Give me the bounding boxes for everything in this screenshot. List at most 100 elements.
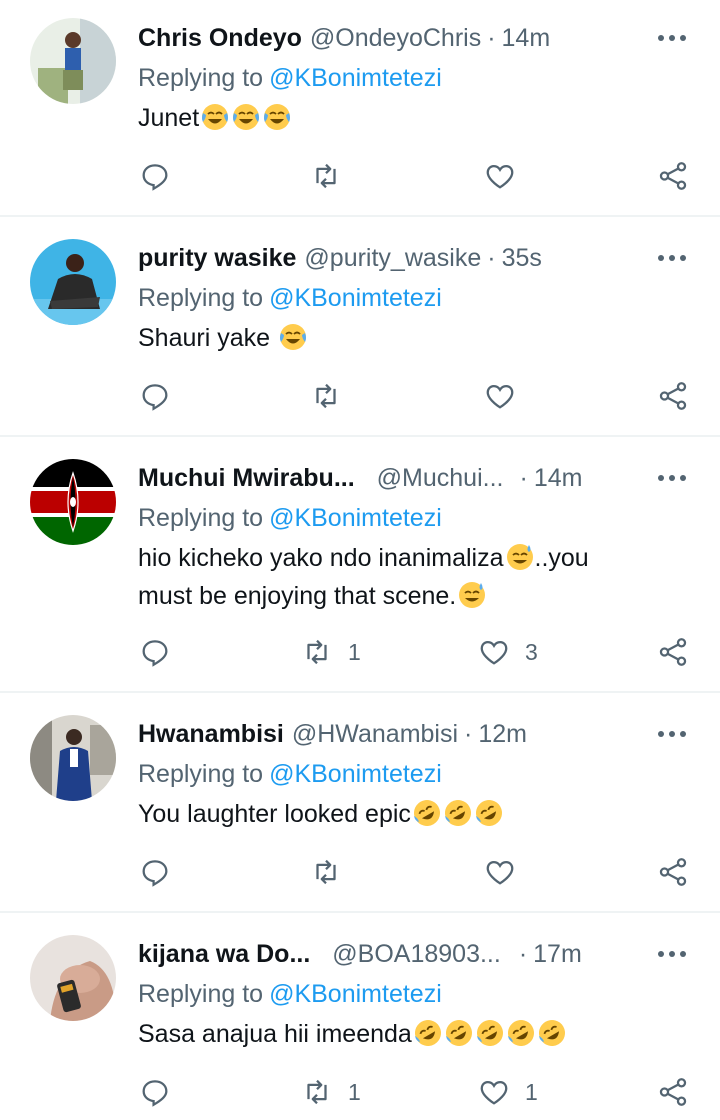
retweet-button[interactable] [309, 156, 343, 196]
user-handle[interactable]: @Muchui... [377, 461, 504, 495]
avatar[interactable] [30, 239, 116, 325]
more-options-button[interactable] [652, 23, 692, 53]
kenya-flag-avatar [30, 459, 116, 545]
user-handle[interactable]: @HWanambisi [292, 717, 458, 751]
more-options-button[interactable] [652, 243, 692, 273]
like-icon [486, 384, 514, 409]
reply-tweet[interactable]: Chris Ondeyo @OndeyoChris · 14m Replying… [0, 0, 720, 216]
mention-link[interactable]: @KBonimtetezi [269, 980, 442, 1008]
reply-button[interactable] [138, 852, 172, 892]
rofl-emoji [443, 798, 473, 828]
more-icon [658, 255, 686, 261]
joy-emoji [262, 102, 292, 132]
share-button[interactable] [656, 852, 690, 892]
more-options-button[interactable] [652, 463, 692, 493]
replying-label: Replying to [138, 504, 264, 532]
share-button[interactable] [656, 1072, 690, 1112]
avatar[interactable] [30, 459, 116, 545]
joy-emoji [231, 102, 261, 132]
reply-button[interactable] [138, 632, 172, 672]
rofl-emoji [475, 1018, 505, 1048]
reply-tweet[interactable]: purity wasike @purity_wasike · 35s Reply… [0, 217, 720, 435]
tweet-text-part: You laughter looked epic [138, 800, 411, 828]
like-button[interactable] [483, 852, 517, 892]
replying-label: Replying to [138, 760, 264, 788]
more-icon [658, 35, 686, 41]
share-icon [659, 382, 687, 410]
more-icon [658, 951, 686, 957]
separator-dot: · [487, 244, 496, 272]
retweet-icon [307, 639, 327, 665]
rofl-emoji [537, 1018, 567, 1048]
timestamp[interactable]: 17m [533, 937, 582, 971]
reply-button[interactable] [138, 1072, 172, 1112]
tweet-text: Sasa anajua hii imeenda [138, 1015, 678, 1053]
timestamp[interactable]: 14m [534, 461, 583, 495]
avatar[interactable] [30, 18, 116, 104]
user-handle[interactable]: @OndeyoChris [310, 21, 481, 55]
like-count: 3 [525, 638, 538, 665]
avatar[interactable] [30, 935, 116, 1021]
separator-dot: · [519, 464, 528, 492]
replying-to-line: Replying to @KBonimtetezi [138, 61, 442, 95]
user-handle[interactable]: @BOA18903... [332, 937, 501, 971]
like-button[interactable]: 3 [477, 632, 538, 672]
retweet-count: 1 [348, 638, 361, 665]
like-button[interactable]: 1 [477, 1072, 538, 1112]
reply-tweet[interactable]: Muchui Mwirabu... @Muchui... · 14m Reply… [0, 437, 720, 691]
more-options-button[interactable] [652, 939, 692, 969]
joy-emoji [200, 102, 230, 132]
like-button[interactable] [483, 376, 517, 416]
tweet-text-part: hio kicheko yako ndo inanimaliza [138, 544, 504, 572]
share-button[interactable] [656, 156, 690, 196]
reply-icon [142, 860, 168, 887]
reply-tweet[interactable]: Hwanambisi @HWanambisi · 12m Replying to… [0, 693, 720, 911]
rofl-emoji [413, 1018, 443, 1048]
tweet-text-part: Sasa anajua hii imeenda [138, 1020, 412, 1048]
retweet-button[interactable]: 1 [300, 632, 361, 672]
retweet-button[interactable] [309, 376, 343, 416]
user-handle[interactable]: @purity_wasike [304, 241, 481, 275]
like-button[interactable] [483, 156, 517, 196]
more-icon [658, 731, 686, 737]
retweet-icon [307, 1079, 327, 1105]
retweet-count: 1 [348, 1078, 361, 1105]
share-button[interactable] [656, 632, 690, 672]
display-name[interactable]: purity wasike [138, 241, 296, 275]
timestamp[interactable]: 14m [502, 21, 551, 55]
more-options-button[interactable] [652, 719, 692, 749]
like-count: 1 [525, 1078, 538, 1105]
rofl-emoji [444, 1018, 474, 1048]
replying-label: Replying to [138, 284, 264, 312]
mention-link[interactable]: @KBonimtetezi [269, 284, 442, 312]
timestamp[interactable]: 12m [478, 717, 527, 751]
tweet-text: Shauri yake [138, 319, 678, 357]
share-button[interactable] [656, 376, 690, 416]
reply-icon [142, 640, 168, 667]
mention-link[interactable]: @KBonimtetezi [269, 760, 442, 788]
mention-link[interactable]: @KBonimtetezi [269, 64, 442, 92]
separator-dot: · [518, 940, 528, 968]
retweet-button[interactable] [309, 852, 343, 892]
mention-link[interactable]: @KBonimtetezi [269, 504, 442, 532]
retweet-icon [316, 163, 336, 189]
retweet-icon [316, 859, 336, 885]
replying-label: Replying to [138, 64, 264, 92]
retweet-button[interactable]: 1 [300, 1072, 361, 1112]
share-icon [659, 162, 687, 190]
reply-button[interactable] [138, 156, 172, 196]
reply-button[interactable] [138, 376, 172, 416]
avatar[interactable] [30, 715, 116, 801]
display-name[interactable]: Hwanambisi [138, 717, 284, 751]
replying-to-line: Replying to @KBonimtetezi [138, 501, 442, 535]
display-name[interactable]: Chris Ondeyo [138, 21, 302, 55]
rofl-emoji [412, 798, 442, 828]
joy-emoji [278, 322, 308, 352]
timestamp[interactable]: 35s [502, 241, 542, 275]
display-name[interactable]: Muchui Mwirabu... [138, 461, 355, 495]
share-icon [659, 638, 687, 666]
tweet-text: hio kicheko yako ndo inanimaliza ..you mus… [138, 539, 678, 615]
separator-dot: · [487, 24, 496, 52]
display-name[interactable]: kijana wa Do... [138, 937, 310, 971]
reply-tweet[interactable]: kijana wa Do... @BOA18903... · 17m Reply… [0, 913, 720, 1120]
